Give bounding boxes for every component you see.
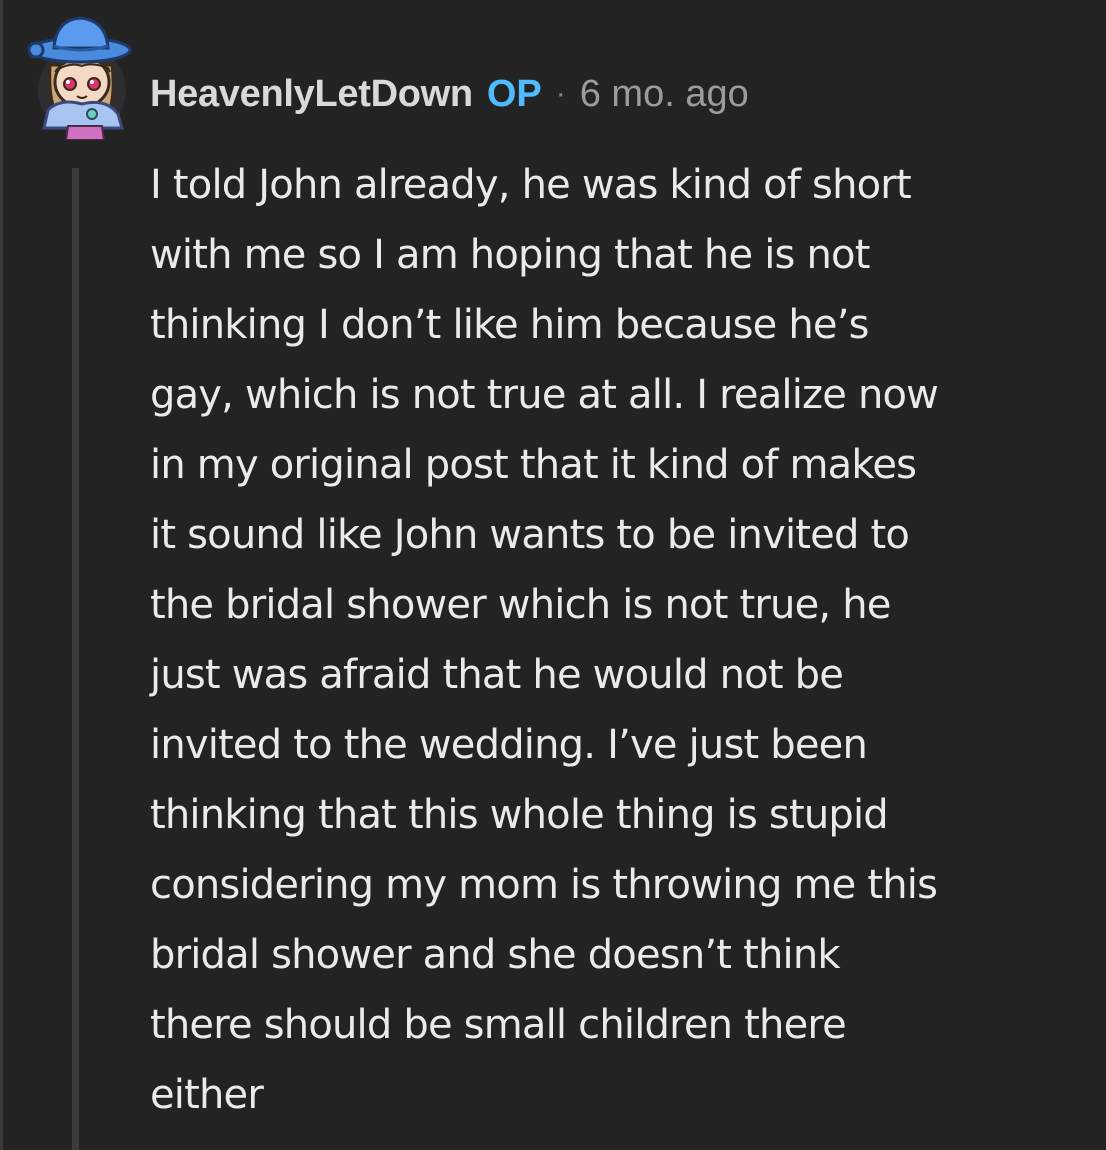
comment-body-line: I told John already, he was kind of shor… xyxy=(150,162,912,208)
comment-body-line: thinking I don’t like him because he’s xyxy=(150,302,869,348)
comment-body-line: with me so I am hoping that he is not xyxy=(150,232,870,278)
comment-body-line: thinking that this whole thing is stupid xyxy=(150,792,889,838)
comment-body-line: it sound like John wants to be invited t… xyxy=(150,512,910,558)
comment-body-line: there should be small children there xyxy=(150,1002,847,1048)
comment-timestamp[interactable]: 6 mo. ago xyxy=(580,73,749,116)
left-rail xyxy=(0,0,3,1150)
comment-body: I told John already, he was kind of shor… xyxy=(150,150,1080,1130)
comment-body-line: considering my mom is throwing me this xyxy=(150,862,938,908)
comment-body-line: the bridal shower which is not true, he xyxy=(150,582,891,628)
user-avatar[interactable] xyxy=(20,10,132,141)
author-username[interactable]: HeavenlyLetDown xyxy=(150,73,473,116)
comment-page: HeavenlyLetDown OP · 6 mo. ago I told Jo… xyxy=(0,0,1106,1150)
snoo-avatar-icon xyxy=(27,16,132,141)
comment-body-line: gay, which is not true at all. I realize… xyxy=(150,372,939,418)
separator-dot: · xyxy=(555,77,566,110)
comment-body-line: in my original post that it kind of make… xyxy=(150,442,917,488)
comment-body-line: just was afraid that he would not be xyxy=(150,652,844,698)
comment-header: HeavenlyLetDown OP · 6 mo. ago xyxy=(150,66,749,122)
op-badge: OP xyxy=(486,72,542,115)
comment-body-line: either xyxy=(150,1072,264,1118)
comment-body-line: invited to the wedding. I’ve just been xyxy=(150,722,868,768)
thread-collapse-line[interactable] xyxy=(72,168,79,1150)
comment-body-line: bridal shower and she doesn’t think xyxy=(150,932,841,978)
